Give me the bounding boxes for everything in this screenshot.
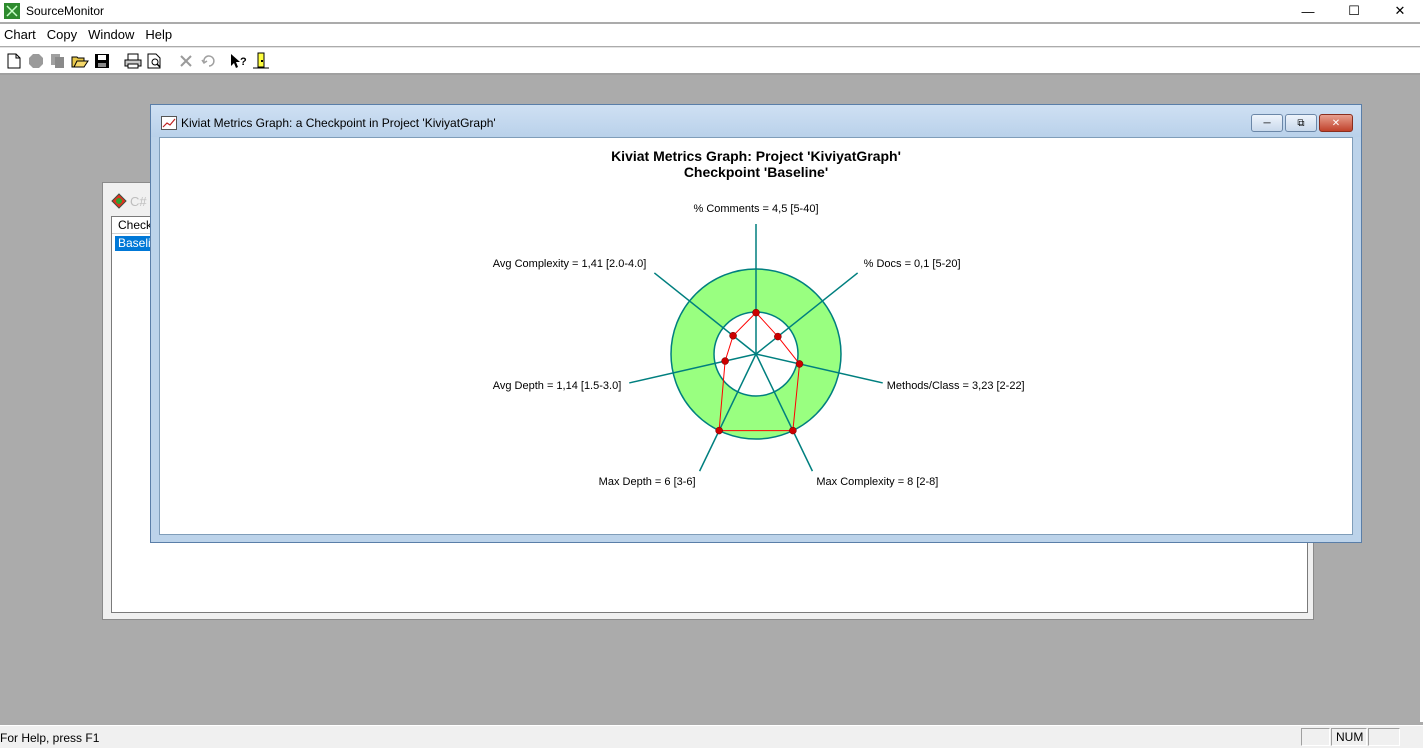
close-button[interactable]: ✕ xyxy=(1377,0,1423,22)
graph-icon xyxy=(161,116,177,130)
svg-text:?: ? xyxy=(240,56,247,68)
kiviat-chart: % Comments = 4,5 [5-40] % Docs = 0,1 [5-2… xyxy=(493,203,1025,488)
maximize-button[interactable]: ☐ xyxy=(1331,0,1377,22)
axis-label: Avg Complexity = 1,41 [2.0-4.0] xyxy=(493,258,647,270)
app-title: SourceMonitor xyxy=(26,4,105,18)
menu-help[interactable]: Help xyxy=(141,24,179,46)
toolbar-separator xyxy=(170,49,171,72)
toolbar-separator xyxy=(223,49,224,72)
stop-icon[interactable] xyxy=(25,50,47,72)
csharp-project-icon xyxy=(111,193,127,209)
kiviat-minimize-button[interactable]: ─ xyxy=(1251,114,1283,132)
axis-label: Max Depth = 6 [3-6] xyxy=(599,476,696,488)
toolbar: ? xyxy=(0,47,1423,75)
child-window-title: C# xyxy=(130,193,147,209)
undo-icon[interactable] xyxy=(197,50,219,72)
kiviat-close-button[interactable]: ✕ xyxy=(1319,114,1353,132)
menubar: Chart Copy Window Help xyxy=(0,24,1423,46)
sourcemonitor-app-icon xyxy=(4,3,20,19)
status-help-text: For Help, press F1 xyxy=(0,731,100,745)
open-folder-icon[interactable] xyxy=(69,50,91,72)
new-file-icon[interactable] xyxy=(3,50,25,72)
minimize-button[interactable]: — xyxy=(1285,0,1331,22)
metric-point xyxy=(715,426,723,435)
metric-point xyxy=(774,332,782,341)
axis-label: Max Complexity = 8 [2-8] xyxy=(816,476,938,488)
status-pane-caps xyxy=(1301,728,1330,746)
delete-icon[interactable] xyxy=(175,50,197,72)
menu-window[interactable]: Window xyxy=(84,24,141,46)
menu-chart[interactable]: Chart xyxy=(0,24,43,46)
axis-label: Avg Depth = 1,14 [1.5-3.0] xyxy=(493,380,622,392)
metric-point xyxy=(789,426,797,435)
kiviat-chart-area: Kiviat Metrics Graph: Project 'KiviyatGr… xyxy=(159,137,1353,535)
menu-copy[interactable]: Copy xyxy=(43,24,84,46)
metric-point xyxy=(795,360,804,368)
copy-icon[interactable] xyxy=(47,50,69,72)
status-pane-num: NUM xyxy=(1331,728,1367,746)
kiviat-restore-button[interactable]: ⧉ xyxy=(1285,114,1317,132)
kiviat-window-title: Kiviat Metrics Graph: a Checkpoint in Pr… xyxy=(181,116,496,130)
statusbar: For Help, press F1 NUM xyxy=(0,725,1423,748)
toolbar-separator xyxy=(117,49,118,72)
metric-point xyxy=(752,308,760,317)
metric-point xyxy=(729,331,737,340)
status-pane-scroll xyxy=(1368,728,1400,746)
app-titlebar: SourceMonitor — ☐ ✕ xyxy=(0,0,1423,22)
print-preview-icon[interactable] xyxy=(144,50,166,72)
context-help-icon[interactable]: ? xyxy=(228,50,250,72)
metric-point xyxy=(721,357,729,365)
kiviat-window-titlebar[interactable]: Kiviat Metrics Graph: a Checkpoint in Pr… xyxy=(151,105,1361,137)
axis-label: % Docs = 0,1 [5-20] xyxy=(864,258,961,270)
kiviat-graph-window[interactable]: Kiviat Metrics Graph: a Checkpoint in Pr… xyxy=(150,104,1362,543)
axis-label: % Comments = 4,5 [5-40] xyxy=(693,203,818,215)
save-icon[interactable] xyxy=(91,50,113,72)
exit-icon[interactable] xyxy=(250,50,272,72)
axis-label: Methods/Class = 3,23 [2-22] xyxy=(887,380,1025,392)
print-icon[interactable] xyxy=(122,50,144,72)
